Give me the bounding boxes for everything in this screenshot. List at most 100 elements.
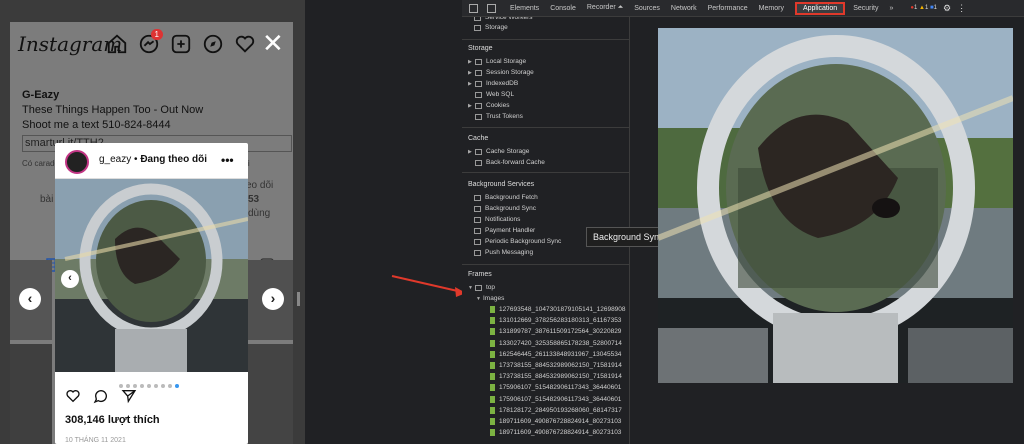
sidebar-item-label: 173738155_884532989062150_71581914 [499,373,622,381]
item-icon [474,216,481,223]
sidebar-item[interactable]: ▶ Cookies [468,102,509,109]
sidebar-item[interactable]: Notifications [474,216,520,223]
sidebar-item-label: 175906107_515482906117343_36440601 [499,395,622,403]
item-icon [475,91,482,98]
sidebar-item[interactable]: 189711609_490876728824914_80273103 [490,418,621,425]
sidebar-item-label: 173738155_884532989062150_71581914 [499,362,622,369]
more-tabs-button[interactable]: » [890,5,894,12]
sidebar-item[interactable]: 162546445_261133848931967_13045534 [490,350,622,358]
item-icon [475,69,482,76]
file-icon [490,395,495,403]
sidebar-item[interactable]: Periodic Background Sync [474,238,561,245]
sidebar-item-label: 127693548_1047301879105141_12698908 [499,306,626,313]
sidebar-item-label: Payment Handler [485,227,536,234]
sidebar-item-label: 189711609_490876728824914_80273103 [499,418,622,425]
expand-caret-icon[interactable]: ▼ [468,285,475,291]
sidebar-item-label: Back-forward Cache [486,159,545,166]
item-icon [475,159,482,166]
settings-icon[interactable]: ⚙ [943,3,951,14]
tab-application[interactable]: Application [794,1,846,15]
file-icon [490,384,495,392]
item-icon [474,194,481,201]
sidebar-item-label: 189711609_490876728824914_80273103 [499,429,622,437]
devtools-panel: Elements Console Recorder ⏶ Sources Netw… [462,0,1024,444]
sidebar-item[interactable]: Service Workers [474,17,533,21]
item-icon [474,24,481,31]
sidebar-item[interactable]: ▼ Images [476,295,504,302]
expand-caret-icon[interactable]: ▶ [468,70,475,76]
sidebar-item[interactable]: 131899787_387611509172564_30220829 [490,328,622,336]
divider [462,264,629,265]
sidebar-item[interactable]: 178128172_284950193268060_68147317 [490,406,622,414]
inspect-element-icon[interactable] [469,3,478,13]
tab-sources[interactable]: Sources [634,5,660,12]
device-toolbar-icon[interactable] [487,3,496,13]
tab-security[interactable]: Security [853,5,878,12]
sidebar-item[interactable]: 189711609_490876728824914_80273103 [490,429,622,437]
sidebar-item[interactable]: Back-forward Cache [468,159,545,166]
file-icon [490,306,495,313]
sidebar-item-label: Web SQL [486,91,515,98]
sidebar-item[interactable]: ▶ Cache Storage [468,148,529,155]
expand-caret-icon[interactable]: ▶ [468,149,475,155]
sidebar-item[interactable]: Storage [474,24,508,31]
sidebar-item-label: Periodic Background Sync [485,238,562,245]
kebab-menu-icon[interactable]: ⋮ [957,3,966,14]
sidebar-item[interactable]: 175906107_515482906117343_36440601 [490,384,621,392]
item-icon [475,102,482,109]
item-icon [475,284,482,291]
expand-caret-icon[interactable]: ▶ [468,81,475,87]
file-icon [490,339,495,347]
sidebar-item-label: 178128172_284950193268060_68147317 [499,406,622,414]
item-icon [474,249,481,256]
tab-network[interactable]: Network [671,5,697,12]
sidebar-item-label: Cookies [486,102,510,109]
expand-caret-icon[interactable]: ▶ [468,59,475,65]
sidebar-item-label: 162546445_261133848931967_13045534 [499,350,622,358]
annotation-arrow-frames [391,275,463,293]
tab-performance[interactable]: Performance [708,5,748,12]
sidebar-item-label: Background Sync [485,205,536,212]
error-count[interactable]: ●1 ▲1 ■1 [910,5,937,11]
item-icon [474,227,481,234]
tab-console[interactable]: Console [550,5,576,12]
sidebar-item[interactable]: Trust Tokens [468,113,523,120]
sidebar-item-label: 133027420_325358865178238_52800714 [499,339,622,347]
sidebar-item[interactable]: Web SQL [468,91,514,98]
file-icon [490,350,495,358]
divider [462,127,629,128]
expand-caret-icon[interactable]: ▶ [468,103,475,109]
section-title: Storage [468,45,493,52]
sidebar-item[interactable]: 175906107_515482906117343_36440601 [490,395,622,403]
sidebar-item-label: 131899787_387611509172564_30220829 [499,328,622,336]
warning-count-value: 1 [925,5,929,11]
sidebar-item-label: Notifications [485,216,521,223]
sidebar-item[interactable]: ▶ Session Storage [468,69,534,76]
sidebar-item[interactable]: 173738155_884532989062150_71581914 [490,373,622,381]
sidebar-item[interactable]: 173738155_884532989062150_71581914 [490,362,622,369]
devtools-tab-bar: Elements Console Recorder ⏶ Sources Netw… [462,0,1024,17]
sidebar-item[interactable]: Payment Handler [474,227,535,234]
sidebar-item[interactable]: 133027420_325358865178238_52800714 [490,339,622,347]
tab-elements[interactable]: Elements [510,5,539,12]
file-icon [490,418,495,425]
sidebar-item[interactable]: 127693548_1047301879105141_12698908 [490,306,626,313]
item-icon [475,80,482,87]
sidebar-item[interactable]: Push Messaging [474,249,533,256]
message-count-value: 1 [933,5,937,11]
tab-recorder[interactable]: Recorder ⏶ [587,4,623,12]
tab-memory[interactable]: Memory [759,5,784,12]
sidebar-item[interactable]: Background Fetch [474,194,538,201]
divider [462,172,629,173]
sidebar-item[interactable]: ▶ Local Storage [468,58,526,65]
sidebar-item[interactable]: ▼ top [468,284,495,291]
expand-caret-icon[interactable]: ▼ [476,296,483,302]
sidebar-item[interactable]: Background Sync [474,205,536,212]
sidebar-item[interactable]: ▶ IndexedDB [468,80,518,87]
file-icon [490,328,495,336]
image-preview [658,28,1013,383]
item-icon [475,58,482,65]
section-title: Cache [468,135,489,142]
item-icon [475,148,482,155]
sidebar-item[interactable]: 131012669_378256283180313_61167353 [490,317,621,325]
